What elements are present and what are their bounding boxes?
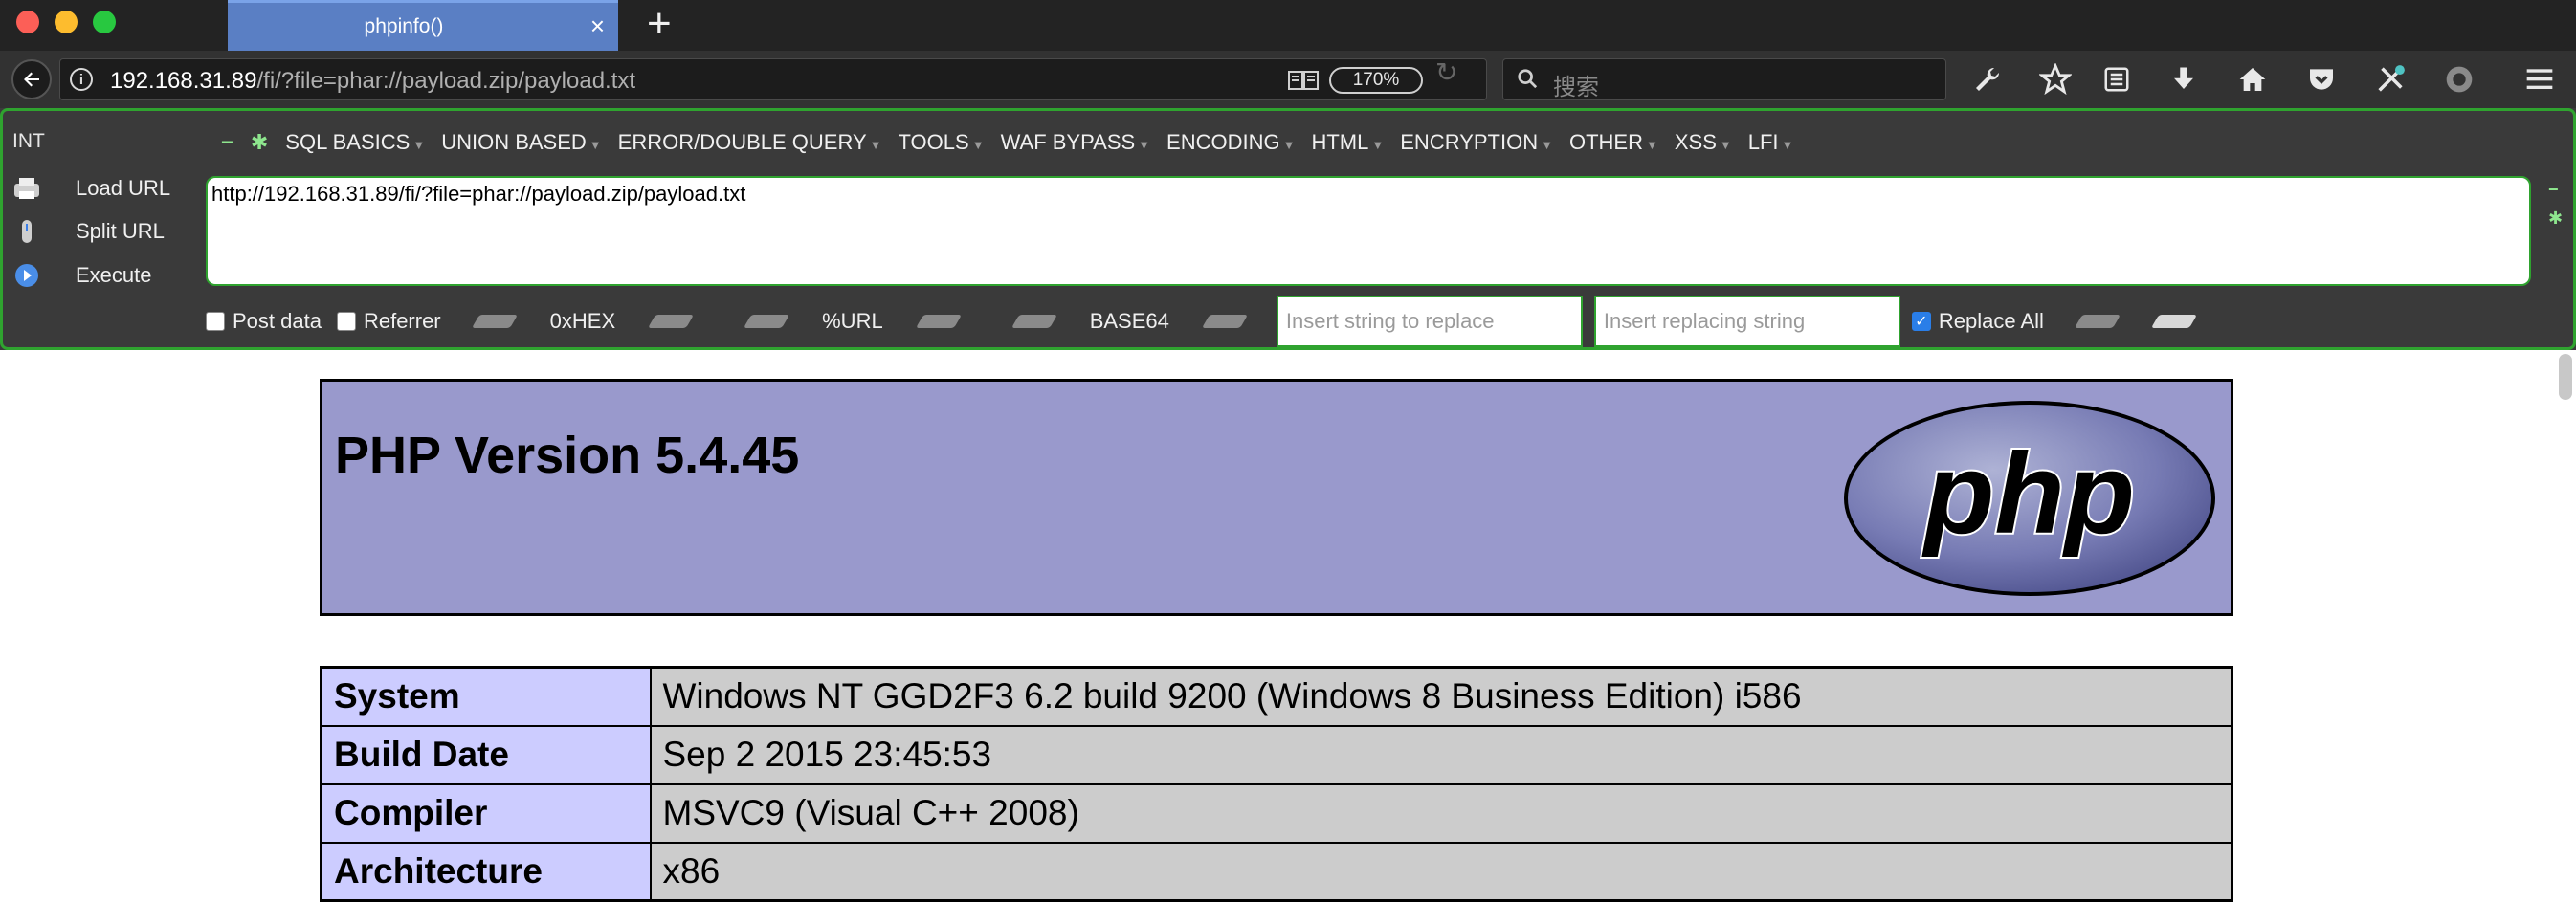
reload-icon[interactable]: ↻	[1435, 56, 1457, 88]
hackbar-menu: − ✱ SQL BASICS ▼ UNION BASED ▼ ERROR/DOUBL…	[221, 130, 1810, 155]
menu-html[interactable]: HTML ▼	[1311, 130, 1384, 155]
menu-other[interactable]: OTHER ▼	[1569, 130, 1658, 155]
pocket-icon[interactable]	[2300, 58, 2343, 100]
menu-sql-basics[interactable]: SQL BASICS ▼	[285, 130, 425, 155]
row-key: Build Date	[320, 724, 652, 785]
increase-icon[interactable]: ✱	[251, 130, 268, 155]
row-value: Sep 2 2015 23:45:53	[649, 724, 2233, 785]
base64-label: BASE64	[1089, 309, 1169, 333]
table-row: System Windows NT GGD2F3 6.2 build 9200 …	[320, 666, 2233, 727]
menu-lfi[interactable]: LFI ▼	[1748, 130, 1794, 155]
replace-go-arrow[interactable]	[2150, 315, 2197, 328]
menu-icon[interactable]	[2519, 58, 2561, 100]
hackbar-url-textarea[interactable]: http://192.168.31.89/fi/?file=phar://pay…	[206, 176, 2531, 286]
url-encode-arrow[interactable]	[915, 315, 962, 328]
home-icon[interactable]	[2232, 58, 2274, 100]
load-url-button[interactable]: Load URL	[12, 174, 170, 203]
menu-xss[interactable]: XSS ▼	[1675, 130, 1732, 155]
row-key: Architecture	[320, 841, 652, 902]
replace-all-checkbox[interactable]: ✓ Replace All	[1911, 309, 2044, 334]
browser-window: phpinfo() × + i 192.168.31.89/fi/?file=p…	[0, 0, 2576, 903]
url-label: %URL	[822, 309, 883, 333]
scrollbar-thumb[interactable]	[2559, 354, 2572, 400]
extension-icon[interactable]	[2369, 58, 2411, 100]
menu-encryption[interactable]: ENCRYPTION ▼	[1400, 130, 1553, 155]
row-value: Windows NT GGD2F3 6.2 build 9200 (Window…	[649, 666, 2233, 727]
search-placeholder: 搜索	[1553, 75, 1599, 100]
url-path: /fi/?file=phar://payload.zip/payload.txt	[256, 68, 636, 94]
menu-error-double-query[interactable]: ERROR/DOUBLE QUERY ▼	[618, 130, 882, 155]
url-text[interactable]: 192.168.31.89/fi/?file=phar://payload.zi…	[110, 68, 635, 95]
php-version-title: PHP Version 5.4.45	[335, 427, 800, 484]
svg-text:php: php	[1921, 429, 2135, 558]
menu-tools[interactable]: TOOLS ▼	[899, 130, 985, 155]
hackbar-options-row: Post data Referrer 0xHEX %URL BASE64 Ins…	[206, 296, 2212, 347]
row-key: Compiler	[320, 782, 652, 844]
php-logo-icon: php	[1844, 401, 2215, 596]
tab-title: phpinfo()	[364, 15, 444, 37]
hex-label: 0xHEX	[549, 309, 616, 333]
table-row: Build Date Sep 2 2015 23:45:53	[320, 724, 2233, 785]
execute-icon	[12, 261, 41, 290]
tab-phpinfo[interactable]: phpinfo() ×	[228, 0, 618, 51]
close-window-button[interactable]	[16, 11, 39, 33]
replacing-string-input[interactable]: Insert replacing string	[1593, 296, 1900, 347]
download-icon[interactable]	[2163, 58, 2205, 100]
search-icon	[1518, 69, 1538, 89]
hackbar-int-label: INT	[12, 130, 45, 152]
split-url-icon	[12, 217, 41, 246]
table-row: Compiler MSVC9 (Visual C++ 2008)	[320, 782, 2233, 844]
page-content: PHP Version 5.4.45 php System Windows NT…	[0, 350, 2576, 903]
replace-arrow[interactable]	[2074, 315, 2121, 328]
execute-button[interactable]: Execute	[12, 261, 152, 290]
reading-list-icon[interactable]	[2096, 58, 2138, 100]
hex-decode-arrow[interactable]	[471, 315, 518, 328]
menu-encoding[interactable]: ENCODING ▼	[1166, 130, 1295, 155]
minimize-window-button[interactable]	[55, 11, 78, 33]
shrink-icon[interactable]: −	[2548, 180, 2559, 200]
base64-decode-arrow[interactable]	[1010, 315, 1057, 328]
menu-union-based[interactable]: UNION BASED ▼	[441, 130, 601, 155]
zoom-window-button[interactable]	[93, 11, 116, 33]
close-tab-icon[interactable]: ×	[590, 11, 605, 41]
url-host: 192.168.31.89	[110, 68, 257, 94]
referrer-checkbox[interactable]: Referrer	[336, 309, 441, 334]
hex-encode-arrow[interactable]	[648, 315, 695, 328]
row-value: x86	[649, 841, 2233, 902]
zoom-level-badge[interactable]: 170%	[1329, 67, 1423, 94]
tab-bar: phpinfo() × +	[0, 0, 2576, 51]
split-url-button[interactable]: Split URL	[12, 217, 165, 246]
hackbar-panel: INT − ✱ SQL BASICS ▼ UNION BASED ▼ ERROR/D…	[0, 108, 2576, 350]
url-bar[interactable]: i 192.168.31.89/fi/?file=phar://payload.…	[59, 58, 1487, 100]
checkmark-icon[interactable]: ✓	[1911, 312, 1931, 331]
replace-string-input[interactable]: Insert string to replace	[1276, 296, 1583, 347]
load-url-icon	[12, 174, 41, 203]
row-key: System	[320, 666, 652, 727]
decrease-icon[interactable]: −	[221, 130, 233, 155]
expand-icon[interactable]: ✱	[2548, 209, 2563, 229]
row-value: MSVC9 (Visual C++ 2008)	[649, 782, 2233, 844]
reader-view-icon[interactable]	[1287, 69, 1320, 92]
table-row: Architecture x86	[320, 841, 2233, 902]
star-icon[interactable]	[2034, 58, 2076, 100]
menu-waf-bypass[interactable]: WAF BYPASS ▼	[1001, 130, 1150, 155]
url-decode-arrow[interactable]	[744, 315, 790, 328]
profile-icon[interactable]	[2438, 58, 2480, 100]
wrench-icon[interactable]	[1965, 58, 2008, 100]
base64-encode-arrow[interactable]	[1201, 315, 1248, 328]
new-tab-button[interactable]: +	[647, 3, 672, 45]
search-bar[interactable]: 搜索	[1502, 58, 1946, 100]
php-header-banner: PHP Version 5.4.45 php	[320, 379, 2233, 616]
info-icon[interactable]: i	[70, 68, 93, 91]
post-data-checkbox[interactable]: Post data	[206, 309, 322, 334]
back-button[interactable]	[11, 59, 52, 99]
back-arrow-icon	[24, 72, 39, 87]
php-info-table: System Windows NT GGD2F3 6.2 build 9200 …	[320, 666, 2233, 902]
navigation-bar: i 192.168.31.89/fi/?file=phar://payload.…	[0, 51, 2576, 108]
